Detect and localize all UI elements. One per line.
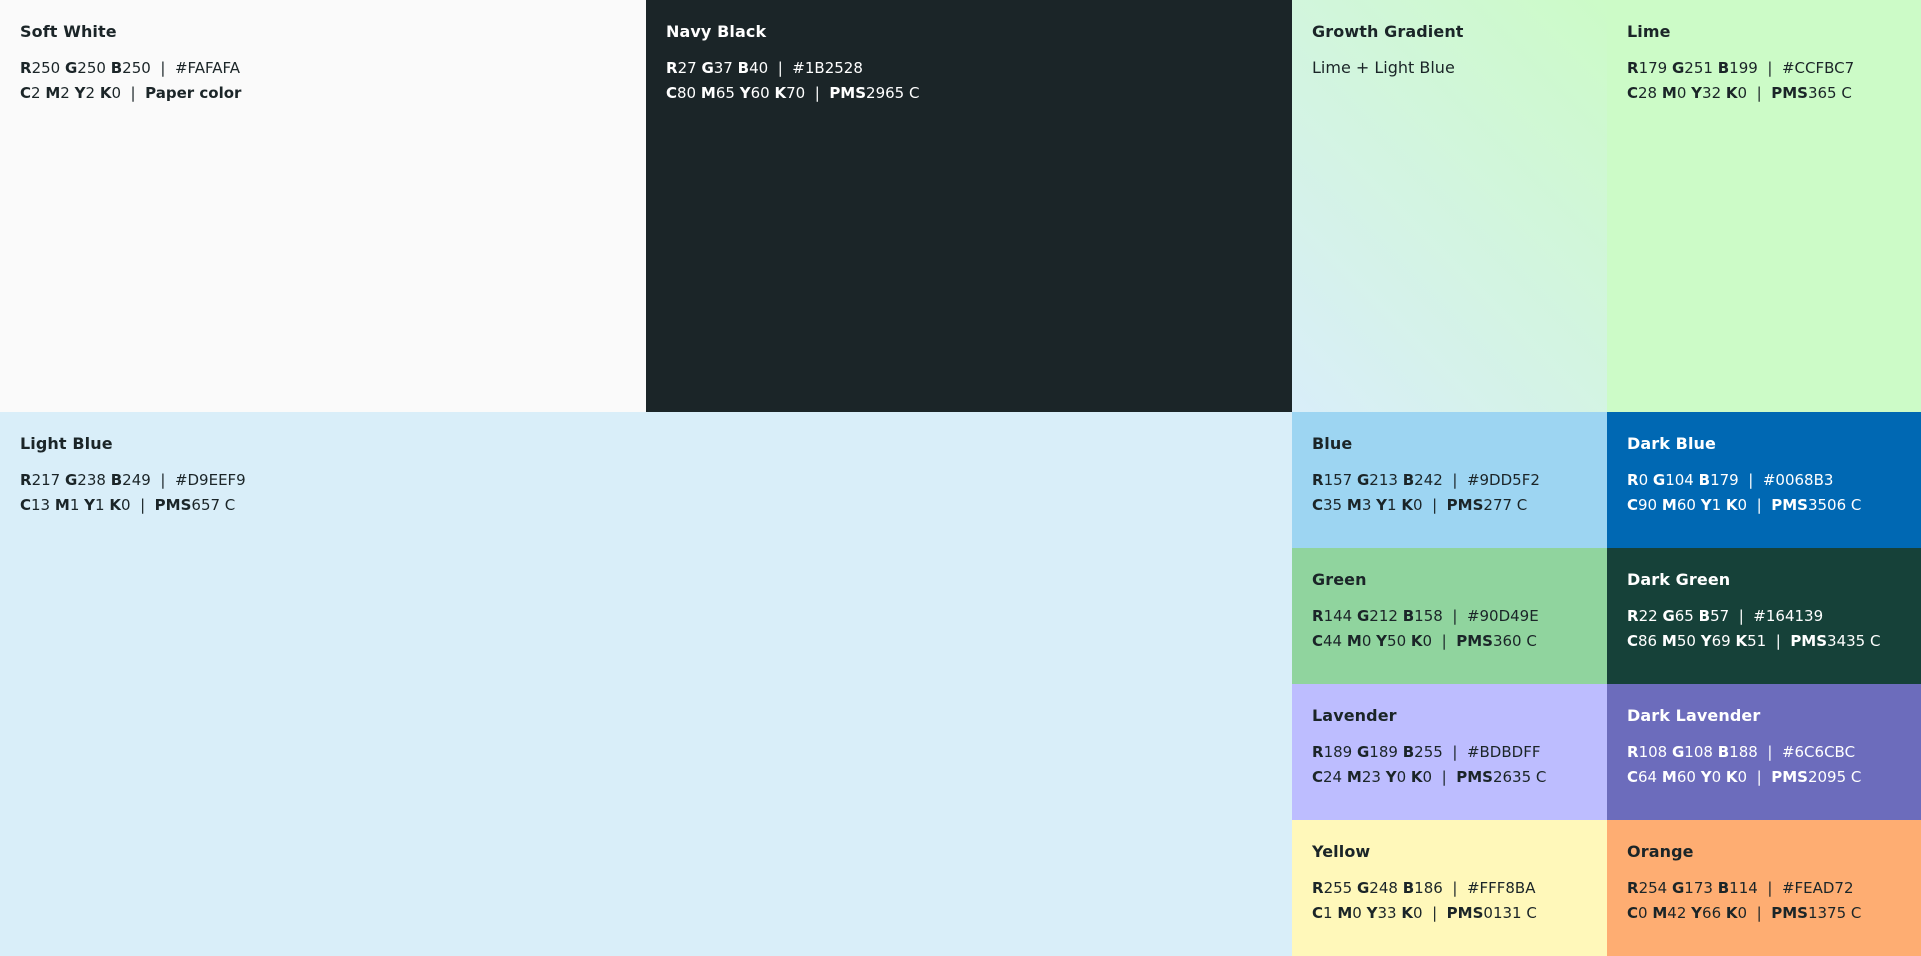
- rgb-line: R22 G65 B57 | #164139: [1627, 607, 1824, 625]
- swatch-name: Navy Black: [666, 22, 767, 41]
- paper-color-note: Paper color: [145, 84, 242, 102]
- cmyk-line: C0 M42 Y66 K0 | PMS1375 C: [1627, 904, 1862, 922]
- pms-code: 2965 C: [866, 84, 920, 102]
- hex-code: #FAFAFA: [174, 59, 241, 77]
- swatch-green: Green R144 G212 B158 | #90D49E C44 M0 Y5…: [1292, 548, 1607, 684]
- cmyk-line: C86 M50 Y69 K51 | PMS3435 C: [1627, 632, 1881, 650]
- rgb-line: R144 G212 B158 | #90D49E: [1312, 607, 1539, 625]
- swatch-name: Green: [1312, 570, 1367, 589]
- swatch-name: Yellow: [1312, 842, 1371, 861]
- swatch-name: Soft White: [20, 22, 117, 41]
- swatch-name: Growth Gradient: [1312, 22, 1464, 41]
- swatch-dark-blue: Dark Blue R0 G104 B179 | #0068B3 C90 M60…: [1607, 412, 1921, 548]
- cmyk-line: C64 M60 Y0 K0 | PMS2095 C: [1627, 768, 1862, 786]
- gradient-subtitle: Lime + Light Blue: [1312, 58, 1455, 77]
- pms-code: 3506 C: [1807, 496, 1862, 514]
- rgb-line: R157 G213 B242 | #9DD5F2: [1312, 471, 1540, 489]
- cmyk-line: C1 M0 Y33 K0 | PMS0131 C: [1312, 904, 1537, 922]
- pms-code: 0131 C: [1483, 904, 1537, 922]
- rgb-line: R0 G104 B179 | #0068B3: [1627, 471, 1834, 489]
- swatch-lavender: Lavender R189 G189 B255 | #BDBDFF C24 M2…: [1292, 684, 1607, 820]
- cmyk-line: C44 M0 Y50 K0 | PMS360 C: [1312, 632, 1537, 650]
- hex-code: #6C6CBC: [1781, 743, 1856, 761]
- swatch-dark-lavender: Dark Lavender R108 G108 B188 | #6C6CBC C…: [1607, 684, 1921, 820]
- swatch-name: Dark Green: [1627, 570, 1731, 589]
- swatch-name: Orange: [1627, 842, 1694, 861]
- rgb-line: R254 G173 B114 | #FEAD72: [1627, 879, 1854, 897]
- swatch-navy-black: Navy Black R27 G37 B40 | #1B2528 C80 M65…: [646, 0, 1292, 412]
- swatch-light-blue: Light Blue R217 G238 B249 | #D9EEF9 C13 …: [0, 412, 1292, 956]
- hex-code: #FFF8BA: [1466, 879, 1536, 897]
- cmyk-line: C24 M23 Y0 K0 | PMS2635 C: [1312, 768, 1547, 786]
- swatch-lime: Lime R179 G251 B199 | #CCFBC7 C28 M0 Y32…: [1607, 0, 1921, 412]
- hex-code: #1B2528: [792, 59, 863, 77]
- pms-code: 360 C: [1492, 632, 1537, 650]
- rgb-line: R250 G250 B250 | #FAFAFA: [20, 59, 241, 77]
- rgb-line: R179 G251 B199 | #CCFBC7: [1627, 59, 1855, 77]
- hex-code: #0068B3: [1762, 471, 1834, 489]
- swatch-name: Blue: [1312, 434, 1353, 453]
- swatch-dark-green: Dark Green R22 G65 B57 | #164139 C86 M50…: [1607, 548, 1921, 684]
- swatch-name: Dark Lavender: [1627, 706, 1761, 725]
- cmyk-line: C2 M2 Y2 K0 | Paper color: [20, 84, 242, 102]
- swatch-name: Dark Blue: [1627, 434, 1717, 453]
- hex-code: #FEAD72: [1781, 879, 1854, 897]
- swatch-name: Lavender: [1312, 706, 1397, 725]
- cmyk-line: C80 M65 Y60 K70 | PMS2965 C: [666, 84, 920, 102]
- hex-code: #90D49E: [1466, 607, 1539, 625]
- rgb-line: R27 G37 B40 | #1B2528: [666, 59, 863, 77]
- swatch-orange: Orange R254 G173 B114 | #FEAD72 C0 M42 Y…: [1607, 820, 1921, 956]
- hex-code: #CCFBC7: [1781, 59, 1855, 77]
- swatch-blue: Blue R157 G213 B242 | #9DD5F2 C35 M3 Y1 …: [1292, 412, 1607, 548]
- cmyk-line: C90 M60 Y1 K0 | PMS3506 C: [1627, 496, 1862, 514]
- swatch-growth-gradient: Growth Gradient Lime + Light Blue: [1292, 0, 1607, 412]
- pms-code: 2635 C: [1492, 768, 1547, 786]
- hex-code: #D9EEF9: [174, 471, 246, 489]
- rgb-line: R255 G248 B186 | #FFF8BA: [1312, 879, 1536, 897]
- swatch-soft-white: Soft White R250 G250 B250 | #FAFAFA C2 M…: [0, 0, 646, 412]
- pms-code: 657 C: [191, 496, 236, 514]
- pms-code: 277 C: [1483, 496, 1528, 514]
- swatch-name: Light Blue: [20, 434, 113, 453]
- pms-code: 365 C: [1807, 84, 1852, 102]
- rgb-line: R108 G108 B188 | #6C6CBC: [1627, 743, 1856, 761]
- rgb-line: R189 G189 B255 | #BDBDFF: [1312, 743, 1541, 761]
- swatch-yellow: Yellow R255 G248 B186 | #FFF8BA C1 M0 Y3…: [1292, 820, 1607, 956]
- hex-code: #BDBDFF: [1466, 743, 1541, 761]
- rgb-line: R217 G238 B249 | #D9EEF9: [20, 471, 246, 489]
- pms-code: 2095 C: [1807, 768, 1862, 786]
- cmyk-line: C13 M1 Y1 K0 | PMS657 C: [20, 496, 236, 514]
- cmyk-line: C35 M3 Y1 K0 | PMS277 C: [1312, 496, 1528, 514]
- swatch-name: Lime: [1627, 22, 1671, 41]
- pms-code: 3435 C: [1827, 632, 1881, 650]
- hex-code: #164139: [1753, 607, 1824, 625]
- cmyk-line: C28 M0 Y32 K0 | PMS365 C: [1627, 84, 1852, 102]
- hex-code: #9DD5F2: [1466, 471, 1540, 489]
- pms-code: 1375 C: [1807, 904, 1862, 922]
